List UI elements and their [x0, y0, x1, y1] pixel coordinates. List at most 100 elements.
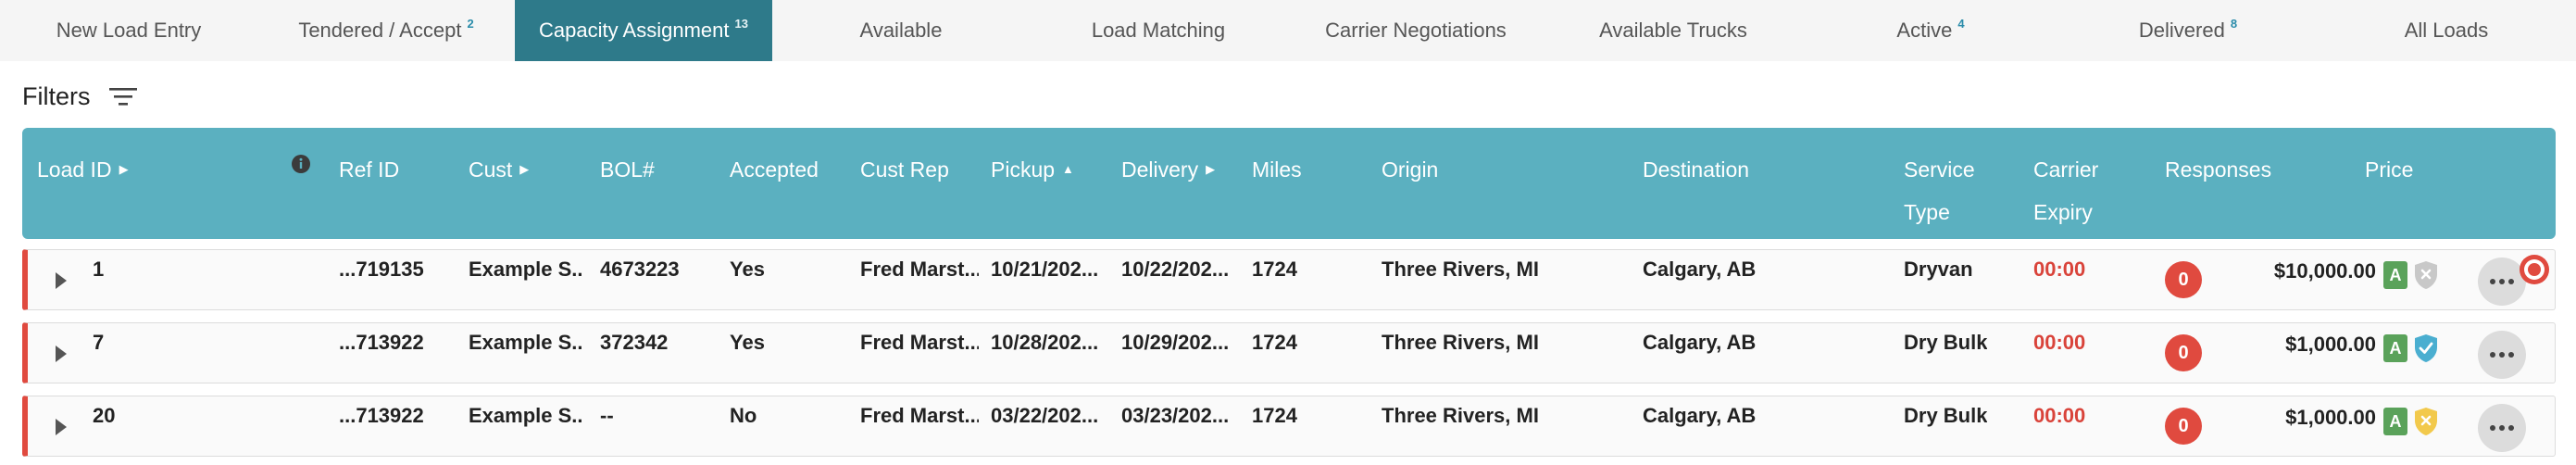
caret-right-icon[interactable]	[56, 419, 67, 435]
more-horizontal-icon	[2490, 425, 2495, 431]
tab-active[interactable]: Active 4	[1802, 0, 2059, 61]
cell-ref-id: ...713922	[339, 404, 424, 427]
table-row[interactable]: 20 ...713922 Example S... -- No Fred Mar…	[22, 396, 2556, 457]
tab-label: All Loads	[2404, 19, 2489, 42]
tab-label: Load Matching	[1091, 19, 1226, 42]
column-label: Service	[1904, 157, 1975, 182]
column-header-responses[interactable]: Responses	[2165, 148, 2271, 191]
cell-origin: Three Rivers, MI	[1382, 331, 1539, 354]
cell-price: $1,000.00	[2285, 333, 2376, 356]
tab-count-badge: 8	[2230, 16, 2238, 31]
responses-badge[interactable]: 0	[2165, 408, 2202, 445]
more-actions-button[interactable]	[2478, 404, 2526, 452]
column-label: Cust Rep	[860, 157, 949, 182]
cell-origin: Three Rivers, MI	[1382, 258, 1539, 281]
column-header-cust-rep[interactable]: Cust Rep	[860, 148, 949, 191]
column-header-accepted[interactable]: Accepted	[730, 148, 819, 191]
table-header: Load ID ▶ Ref ID Cust ▶ BOL# Accepted Cust…	[22, 128, 2556, 239]
accepted-badge: A	[2383, 334, 2407, 362]
accepted-badge: A	[2383, 261, 2407, 289]
column-header-cust[interactable]: Cust ▶	[469, 148, 529, 193]
cell-accepted: Yes	[730, 258, 765, 281]
column-header-ref-id[interactable]: Ref ID	[339, 148, 399, 191]
cell-load-id: 7	[93, 331, 105, 354]
more-horizontal-icon	[2499, 279, 2505, 284]
record-icon[interactable]	[2519, 254, 2550, 285]
filter-lines-icon[interactable]	[108, 86, 137, 107]
cell-service-type: Dry Bulk	[1904, 404, 1988, 427]
cell-delivery: 03/23/202...	[1121, 404, 1230, 427]
tab-label: Capacity Assignment	[539, 19, 730, 42]
responses-badge[interactable]: 0	[2165, 261, 2202, 298]
cell-destination: Calgary, AB	[1643, 404, 1757, 427]
tab-count-badge: 13	[734, 16, 748, 31]
more-horizontal-icon	[2499, 352, 2505, 358]
column-header-service-type[interactable]: Service Type	[1904, 148, 1975, 233]
column-label: Ref ID	[339, 157, 400, 182]
caret-right-icon[interactable]	[56, 346, 67, 362]
tab-count-badge: 2	[467, 16, 474, 31]
tab-available[interactable]: Available	[772, 0, 1030, 61]
tab-available-trucks[interactable]: Available Trucks	[1544, 0, 1802, 61]
tab-label: Carrier Negotiations	[1325, 19, 1507, 42]
cell-miles: 1724	[1252, 258, 1297, 281]
table-row[interactable]: 7 ...713922 Example S... 372342 Yes Fred…	[22, 322, 2556, 383]
more-horizontal-icon	[2490, 352, 2495, 358]
more-actions-button[interactable]	[2478, 331, 2526, 379]
column-header-delivery[interactable]: Delivery ▶	[1121, 148, 1215, 193]
column-header-pickup[interactable]: Pickup ▲	[991, 148, 1074, 193]
column-label: Pickup	[991, 157, 1056, 182]
filters-bar: Filters	[22, 80, 137, 113]
more-horizontal-icon	[2508, 425, 2514, 431]
tab-bar: New Load Entry Tendered / Accept 2 Capaci…	[0, 0, 2576, 61]
column-header-price[interactable]: Price	[2365, 148, 2413, 191]
column-header-bol[interactable]: BOL#	[600, 148, 655, 191]
caret-right-icon: ▶	[519, 161, 530, 176]
caret-right-icon[interactable]	[56, 272, 67, 289]
table-row[interactable]: 1 ...719135 Example S... 4673223 Yes Fre…	[22, 249, 2556, 310]
responses-badge[interactable]: 0	[2165, 334, 2202, 371]
tab-label: Active	[1896, 19, 1953, 42]
cell-delivery: 10/22/202...	[1121, 258, 1230, 281]
column-label: Carrier	[2033, 157, 2099, 182]
column-header-carrier-expiry[interactable]: Carrier Expiry	[2033, 148, 2098, 233]
cell-bol: --	[600, 404, 614, 427]
column-header-miles[interactable]: Miles	[1252, 148, 1302, 191]
cell-price: $10,000.00	[2273, 259, 2376, 283]
tab-capacity-assignment[interactable]: Capacity Assignment 13	[515, 0, 772, 61]
cell-carrier-expiry: 00:00	[2033, 331, 2086, 354]
more-horizontal-icon	[2499, 425, 2505, 431]
tab-new-load-entry[interactable]: New Load Entry	[0, 0, 257, 61]
column-label: Responses	[2165, 157, 2272, 182]
more-horizontal-icon	[2508, 279, 2514, 284]
info-icon[interactable]	[291, 154, 311, 174]
cell-cust: Example S...	[469, 331, 584, 354]
cell-load-id: 20	[93, 404, 116, 427]
shield-check-icon	[2415, 334, 2437, 362]
cell-bol: 372342	[600, 331, 669, 354]
column-label: Accepted	[730, 157, 819, 182]
tab-label: Available Trucks	[1599, 19, 1747, 42]
cell-delivery: 10/29/202...	[1121, 331, 1230, 354]
column-label: BOL#	[600, 157, 655, 182]
accepted-badge: A	[2383, 408, 2407, 435]
tab-delivered[interactable]: Delivered 8	[2059, 0, 2317, 61]
cell-cust-rep: Fred Marst...	[860, 331, 979, 354]
cell-origin: Three Rivers, MI	[1382, 404, 1539, 427]
cell-miles: 1724	[1252, 404, 1297, 427]
tab-tendered-accept[interactable]: Tendered / Accept 2	[257, 0, 515, 61]
more-horizontal-icon	[2490, 279, 2495, 284]
shield-x-icon	[2415, 261, 2437, 289]
tab-load-matching[interactable]: Load Matching	[1030, 0, 1287, 61]
column-header-origin[interactable]: Origin	[1382, 148, 1438, 191]
column-header-destination[interactable]: Destination	[1643, 148, 1749, 191]
tab-label: Tendered / Accept	[298, 19, 462, 42]
tab-label: New Load Entry	[56, 19, 202, 42]
tab-label: Available	[859, 19, 943, 42]
tab-carrier-negotiations[interactable]: Carrier Negotiations	[1287, 0, 1544, 61]
cell-cust: Example S...	[469, 258, 584, 281]
tab-all-loads[interactable]: All Loads	[2317, 0, 2576, 61]
column-header-load-id[interactable]: Load ID ▶	[37, 148, 129, 193]
caret-up-icon: ▲	[1062, 161, 1074, 176]
shield-x-icon	[2415, 408, 2437, 435]
